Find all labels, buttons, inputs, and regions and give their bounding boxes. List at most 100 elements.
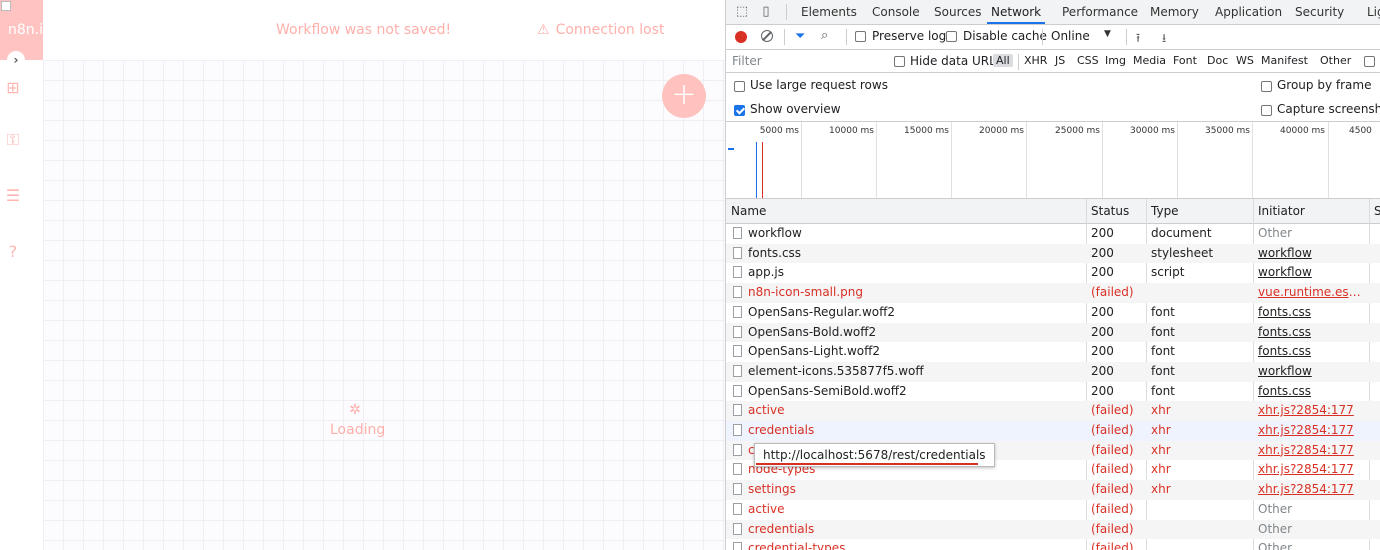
record-icon[interactable]: [735, 31, 747, 43]
type-filter-all[interactable]: All: [993, 54, 1013, 67]
overview-tick-label: 4500: [1349, 126, 1372, 136]
overview-tick: [1252, 122, 1253, 198]
cell-initiator[interactable]: fonts.css: [1258, 303, 1366, 322]
cell-initiator[interactable]: xhr.js?2854:177: [1258, 441, 1366, 460]
clear-icon[interactable]: [761, 30, 773, 42]
table-row[interactable]: app.js 200 script workflow: [726, 263, 1380, 283]
cell-initiator[interactable]: fonts.css: [1258, 323, 1366, 342]
tab-network[interactable]: Network: [987, 0, 1046, 24]
table-row[interactable]: OpenSans-SemiBold.woff2 200 font fonts.css: [726, 382, 1380, 402]
download-icon[interactable]: ⭳: [1162, 29, 1166, 50]
filter-input[interactable]: [730, 52, 884, 69]
type-filter-manifest[interactable]: Manifest: [1261, 54, 1308, 67]
table-row[interactable]: OpenSans-Bold.woff2 200 font fonts.css: [726, 322, 1380, 343]
tab-performance[interactable]: Performance: [1062, 0, 1138, 24]
capture-screenshots-checkbox[interactable]: [1261, 105, 1272, 116]
type-filter-css[interactable]: CSS: [1077, 54, 1099, 67]
tab-sources[interactable]: Sources: [934, 0, 981, 24]
column-status[interactable]: Status: [1091, 199, 1129, 223]
list-icon[interactable]: ☰: [4, 187, 22, 205]
add-node-button[interactable]: +: [662, 74, 706, 118]
tab-lighthouse[interactable]: Lig: [1367, 0, 1380, 24]
cell-initiator[interactable]: xhr.js?2854:177: [1258, 401, 1366, 420]
show-overview-checkbox[interactable]: [734, 105, 745, 116]
network-icon[interactable]: ⊞: [4, 79, 22, 97]
file-icon: [733, 227, 742, 239]
overview-tick: [876, 122, 877, 198]
file-icon: [733, 345, 742, 358]
app-sidebar: n8n.io › ⊞ ⚿ ☰ ?: [0, 0, 43, 550]
search-icon[interactable]: ⌕: [821, 28, 828, 43]
type-filter-xhr[interactable]: XHR: [1024, 54, 1047, 67]
cell-status: (failed): [1091, 521, 1134, 536]
overview-tick: [951, 122, 952, 198]
type-filter-font[interactable]: Font: [1173, 54, 1197, 67]
table-row[interactable]: n8n-icon-small.png (failed) vue.runtime.es…: [726, 283, 1380, 303]
cell-status: 200: [1091, 226, 1114, 240]
network-toolbar: ⏷ ⌕ Preserve log Disable cache Online ▼ …: [726, 25, 1380, 50]
table-row[interactable]: active (failed) Other: [726, 500, 1380, 520]
throttling-select[interactable]: Online: [1051, 29, 1090, 43]
filter-icon[interactable]: ⏷: [795, 29, 805, 44]
column-name[interactable]: Name: [731, 199, 766, 223]
table-row[interactable]: element-icons.535877f5.woff 200 font workfl…: [726, 361, 1380, 382]
table-row[interactable]: credentials (failed) xhr xhr.js?2854:177: [726, 421, 1380, 441]
cell-initiator[interactable]: workflow: [1258, 244, 1366, 263]
help-icon[interactable]: ?: [4, 243, 22, 261]
cell-name: OpenSans-Bold.woff2: [748, 324, 877, 339]
network-overview[interactable]: 5000 ms 10000 ms 15000 ms 20000 ms 25000…: [726, 122, 1380, 199]
logo[interactable]: n8n.io: [0, 0, 43, 60]
table-row[interactable]: settings (failed) xhr xhr.js?2854:177: [726, 480, 1380, 500]
cell-initiator[interactable]: workflow: [1258, 362, 1366, 381]
tab-elements[interactable]: Elements: [801, 0, 857, 24]
table-row[interactable]: credentials (failed) Other: [726, 519, 1380, 540]
cell-initiator[interactable]: xhr.js?2854:177: [1258, 480, 1366, 499]
cell-initiator[interactable]: fonts.css: [1258, 382, 1366, 401]
cell-initiator[interactable]: xhr.js?2854:177: [1258, 460, 1366, 479]
group-by-frame-checkbox[interactable]: [1261, 81, 1272, 92]
column-size[interactable]: S: [1374, 199, 1380, 223]
large-rows-label: Use large request rows: [750, 78, 888, 92]
cell-initiator[interactable]: fonts.css: [1258, 342, 1366, 361]
hide-data-urls-checkbox[interactable]: [894, 56, 905, 67]
cell-initiator: Other: [1258, 226, 1293, 240]
blocked-requests-checkbox[interactable]: [1364, 56, 1375, 67]
disable-cache-checkbox[interactable]: [946, 31, 957, 42]
type-filter-media[interactable]: Media: [1133, 54, 1166, 67]
type-filter-js[interactable]: JS: [1055, 54, 1065, 67]
type-filter-doc[interactable]: Doc: [1207, 54, 1228, 67]
upload-icon[interactable]: ⭱: [1136, 29, 1140, 50]
tab-console[interactable]: Console: [872, 0, 920, 24]
column-initiator[interactable]: Initiator: [1258, 199, 1305, 223]
workflow-canvas[interactable]: [43, 60, 725, 550]
large-rows-checkbox[interactable]: [734, 81, 745, 92]
preserve-log-checkbox[interactable]: [855, 31, 866, 42]
table-row[interactable]: OpenSans-Light.woff2 200 font fonts.css: [726, 342, 1380, 362]
table-row[interactable]: workflow 200 document Other: [726, 224, 1380, 244]
cell-type: font: [1151, 383, 1175, 398]
key-icon[interactable]: ⚿: [4, 131, 22, 149]
type-filter-other[interactable]: Other: [1320, 54, 1351, 67]
inspect-icon[interactable]: ⬚: [734, 4, 750, 20]
cell-initiator[interactable]: workflow: [1258, 263, 1366, 282]
type-filter-ws[interactable]: WS: [1236, 54, 1254, 67]
column-type[interactable]: Type: [1151, 199, 1179, 223]
device-toggle-icon[interactable]: ▯: [758, 4, 774, 20]
type-filter-img[interactable]: Img: [1105, 54, 1126, 67]
table-row[interactable]: OpenSans-Regular.woff2 200 font fonts.css: [726, 303, 1380, 323]
overview-tick: [801, 122, 802, 198]
table-row[interactable]: fonts.css 200 stylesheet workflow: [726, 243, 1380, 264]
tab-security[interactable]: Security: [1295, 0, 1344, 24]
chevron-down-icon[interactable]: ▼: [1104, 29, 1111, 39]
tab-application[interactable]: Application: [1215, 0, 1282, 24]
cell-initiator[interactable]: xhr.js?2854:177: [1258, 421, 1366, 440]
divider: [786, 4, 787, 20]
collapse-sidebar-button[interactable]: ›: [7, 51, 25, 69]
cell-status: 200: [1091, 265, 1114, 280]
table-row[interactable]: active (failed) xhr xhr.js?2854:177: [726, 401, 1380, 421]
tab-memory[interactable]: Memory: [1150, 0, 1199, 24]
cell-type: xhr: [1151, 482, 1171, 497]
unsaved-message: Workflow was not saved!: [276, 22, 452, 38]
table-row[interactable]: credential-types (failed) Other: [726, 539, 1380, 550]
cell-initiator[interactable]: vue.runtime.esm.js...: [1258, 283, 1366, 302]
